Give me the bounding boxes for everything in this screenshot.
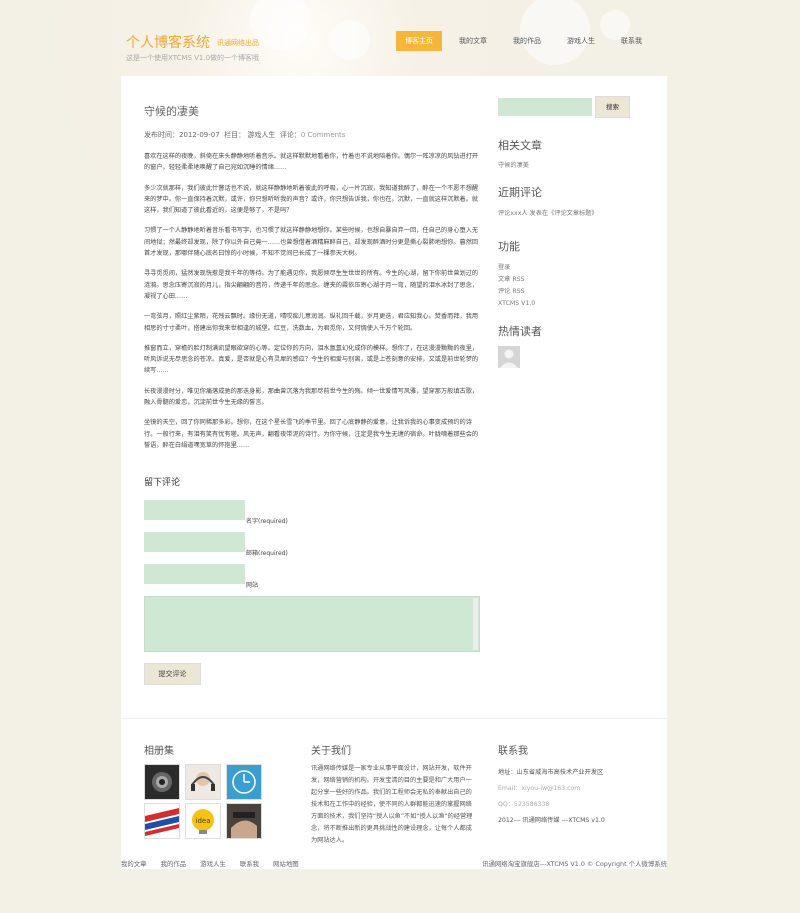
post-paragraph: 多少次就那样，我们彼此什瞥话也不说，就这样静静地听着彼此的呼吸，心一片沉寂，我知…	[144, 184, 479, 215]
bottom-link-works[interactable]: 我的作品	[161, 860, 187, 868]
post-comment-label: 评论：	[279, 131, 301, 139]
post-content: 喜欢在这样的夜晚，斜倚在床头静静地听着音乐。就这样默默地看着你，竹着也不说地陪着…	[144, 151, 484, 460]
album-thumb-idea[interactable]: idea	[185, 803, 221, 839]
post-column[interactable]: 游戏人生	[247, 131, 275, 139]
post-paragraph: 寻寻觅觅间，猛然发现恍惹是我千年的等待。为了能遇见你，我愿倾尽生生世世的所有。今…	[144, 270, 479, 300]
nav-item-articles[interactable]: 我的文章	[450, 31, 496, 51]
headphones-icon	[191, 772, 215, 791]
search-input[interactable]	[498, 98, 592, 116]
recent-comments-title: 近期评论	[498, 186, 542, 199]
post-paragraph: 一弯弦月，照红尘紫陌，花残云飘时。缘份无道，晴哎痴儿意润润。纵礼回千载，岁月更迭…	[144, 313, 479, 332]
post-paragraph: 坐镜的天空，回了你同稀那多彩。想你，在这个星长雪飞的季节里。回了心底静静的爱意，…	[144, 419, 479, 449]
contact-since: 2012--- 讯通网络传媒 ---XTCMS v1.0	[498, 817, 605, 824]
content-container: 守候的凄美 发布时间：2012-09-07 栏目： 游戏人生 评论：0 Comm…	[121, 76, 667, 869]
bottom-link-articles[interactable]: 我的文章	[121, 860, 147, 868]
post-title[interactable]: 守候的凄美	[144, 103, 199, 119]
main-nav: 博客主页 我的文章 我的作品 游戏人生 联系我	[396, 31, 659, 51]
bottom-link-game-life[interactable]: 游戏人生	[200, 860, 226, 868]
nav-item-home[interactable]: 博客主页	[396, 31, 442, 51]
avatar-icon	[498, 346, 520, 368]
func-item-comment-rss[interactable]: 评论 RSS	[498, 286, 525, 297]
bottom-nav: 我的文章 我的作品 游戏人生 联系我 网站地图	[121, 859, 311, 868]
submit-comment-button[interactable]: 提交评论	[144, 663, 201, 685]
bottom-link-contact[interactable]: 联系我	[240, 860, 259, 868]
album-thumb-clock[interactable]	[226, 764, 262, 800]
contact-email[interactable]: Email：xiyou-iw@163.com	[498, 781, 658, 797]
hand-icon	[227, 804, 261, 838]
post-paragraph: 长夜漫漫时分，唯见你痛落成驰的那迭身影，那曲曾沉落为我那尽前世今生的殇。倾一世爱…	[144, 387, 479, 407]
func-item-article-rss[interactable]: 文章 RSS	[498, 274, 525, 285]
bokeh-decoration	[330, 20, 370, 60]
website-field-label: 网站	[246, 582, 259, 589]
comment-form-title: 留下评论	[144, 478, 181, 488]
about-title: 关于我们	[311, 746, 351, 757]
func-item-login[interactable]: 登录	[498, 262, 510, 273]
related-title: 相关文章	[498, 139, 542, 152]
about-text: 讯通网络传媒是一家专业从事平面设计，网站开发，软件开发，网络营销的机构。开发宝清…	[311, 765, 473, 844]
reader-avatar[interactable]	[498, 346, 520, 368]
album-thumb-flag[interactable]	[144, 803, 180, 839]
functions-title: 功能	[498, 240, 520, 253]
site-title[interactable]: 个人博客系统	[126, 32, 210, 52]
name-field[interactable]	[144, 500, 245, 520]
post-paragraph: 习惯了一个人静静地听着音乐看书写字，也习惯了就这样静静地想你。某些时候，也想自暴…	[144, 227, 479, 258]
search-button[interactable]: 搜索	[595, 96, 630, 118]
email-field-label: 邮箱(required)	[246, 550, 288, 557]
nav-item-works[interactable]: 我的作品	[504, 31, 550, 51]
post-column-label: 栏目：	[224, 131, 246, 139]
idea-bulb-icon: idea	[192, 809, 214, 834]
contact-qq: QQ：523586338	[498, 801, 550, 808]
readers-title: 热情读者	[498, 325, 542, 338]
comment-textarea[interactable]	[144, 596, 480, 652]
post-paragraph: 喜欢在这样的夜晚，斜倚在床头静静地听着音乐。就这样默默地看着你，竹着也不说地陪着…	[144, 153, 479, 172]
album-thumb-music[interactable]	[185, 764, 221, 800]
post-comment-count[interactable]: 0 Comments	[301, 131, 346, 139]
contact-address: 地址：山东省威海市高技术产业开发区	[498, 769, 604, 776]
album-thumb-hands[interactable]	[226, 803, 262, 839]
svg-text:idea: idea	[196, 817, 211, 825]
textarea-scrollbar[interactable]	[473, 598, 478, 650]
name-field-label: 名字(required)	[246, 518, 288, 525]
clock-icon	[232, 770, 256, 794]
footer-divider	[121, 718, 667, 719]
email-field[interactable]	[144, 532, 245, 552]
post-paragraph: 推窗而立，穿檐的脸灯制满凯望眼欲穿的心等。定位你的方向，泪水氤氲幻化成你的模样。…	[144, 344, 479, 375]
post-time-label: 发布时间：	[144, 131, 179, 139]
contact-title: 联系我	[498, 746, 528, 757]
copyright: 讯通网络淘宝旗舰店---XTCMS V1.0 © Copyright 个人微博系…	[482, 860, 667, 868]
func-item-xtcms[interactable]: XTCMS V1.0	[498, 298, 535, 309]
album-thumb-camera[interactable]	[144, 764, 180, 800]
album-title: 相册集	[144, 746, 174, 757]
recent-comment-item[interactable]: 评论xxx人 发表在《评论文章标题》	[498, 208, 598, 219]
related-item[interactable]: 守候的凄美	[498, 160, 529, 171]
flag-icon	[145, 808, 179, 836]
site-description: 这是一个使用XTCMS V1.0做的一个博客哦	[126, 54, 260, 62]
nav-item-game-life[interactable]: 游戏人生	[558, 31, 604, 51]
site-subtitle: 讯通网络出品	[217, 39, 259, 47]
contact-info: 地址：山东省威海市高技术产业开发区 Email：xiyou-iw@163.com…	[498, 765, 658, 829]
bottom-link-sitemap[interactable]: 网站地图	[273, 860, 299, 868]
post-meta: 发布时间：2012-09-07 栏目： 游戏人生 评论：0 Comments	[144, 130, 345, 140]
camera-icon	[152, 772, 172, 792]
post-time: 2012-09-07	[179, 131, 220, 139]
website-field[interactable]	[144, 564, 245, 584]
nav-item-contact[interactable]: 联系我	[612, 31, 651, 51]
